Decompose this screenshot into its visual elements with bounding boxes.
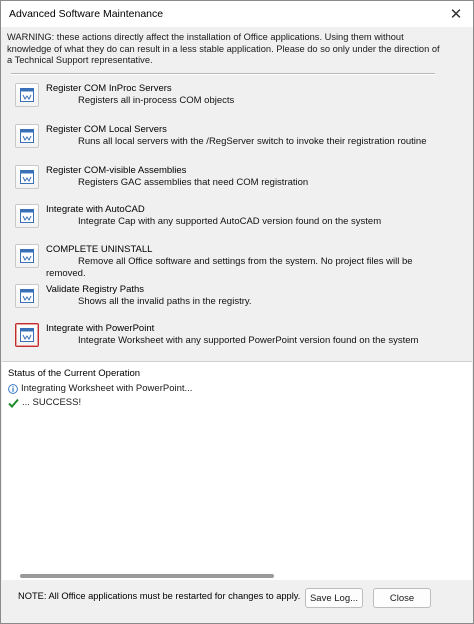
status-text: Integrating Worksheet with PowerPoint... bbox=[21, 383, 193, 394]
action-description: Integrate Cap with any supported AutoCAD… bbox=[78, 216, 382, 227]
action-validate-registry-paths[interactable]: Validate Registry Paths Shows all the in… bbox=[15, 284, 455, 316]
action-title: Register COM InProc Servers bbox=[46, 83, 172, 94]
window-app-icon bbox=[20, 289, 34, 303]
horizontal-scrollbar[interactable] bbox=[4, 572, 470, 580]
action-description: Shows all the invalid paths in the regis… bbox=[78, 296, 252, 307]
status-line: Integrating Worksheet with PowerPoint... bbox=[8, 383, 192, 394]
action-register-com-local[interactable]: Register COM Local Servers Runs all loca… bbox=[15, 124, 455, 156]
action-register-com-inproc[interactable]: Register COM InProc Servers Registers al… bbox=[15, 83, 455, 115]
action-title: Register COM-visible Assemblies bbox=[46, 165, 187, 176]
window-app-icon bbox=[20, 170, 34, 184]
action-complete-uninstall[interactable]: COMPLETE UNINSTALL Remove all Office sof… bbox=[15, 244, 455, 280]
action-integrate-powerpoint[interactable]: Integrate with PowerPoint Integrate Work… bbox=[15, 323, 455, 355]
integrate-autocad-button[interactable] bbox=[15, 204, 39, 228]
window-app-icon bbox=[20, 209, 34, 223]
action-description: Registers all in-process COM objects bbox=[78, 95, 235, 106]
status-panel: Status of the Current Operation Integrat… bbox=[2, 361, 472, 580]
close-button[interactable]: Close bbox=[373, 588, 431, 608]
footer-note: NOTE: All Office applications must be re… bbox=[18, 591, 301, 601]
action-title: Integrate with AutoCAD bbox=[46, 204, 145, 215]
action-title: Register COM Local Servers bbox=[46, 124, 167, 135]
window-app-icon bbox=[20, 88, 34, 102]
action-integrate-autocad[interactable]: Integrate with AutoCAD Integrate Cap wit… bbox=[15, 204, 455, 236]
action-title: Validate Registry Paths bbox=[46, 284, 145, 295]
action-description: Runs all local servers with the /RegServ… bbox=[78, 136, 427, 147]
register-com-local-button[interactable] bbox=[15, 124, 39, 148]
register-assemblies-button[interactable] bbox=[15, 165, 39, 189]
checkmark-icon bbox=[8, 398, 19, 408]
maintenance-dialog: Advanced Software Maintenance ✕ WARNING:… bbox=[0, 0, 474, 624]
integrate-powerpoint-button[interactable] bbox=[15, 323, 39, 347]
status-heading: Status of the Current Operation bbox=[8, 368, 141, 379]
window-app-icon bbox=[20, 249, 34, 263]
title-bar: Advanced Software Maintenance ✕ bbox=[1, 1, 473, 27]
window-title: Advanced Software Maintenance bbox=[9, 8, 164, 20]
save-log-button[interactable]: Save Log... bbox=[305, 588, 363, 608]
window-app-icon bbox=[20, 129, 34, 143]
action-title: COMPLETE UNINSTALL bbox=[46, 244, 153, 255]
action-register-com-visible-assemblies[interactable]: Register COM-visible Assemblies Register… bbox=[15, 165, 455, 197]
action-description: Integrate Worksheet with any supported P… bbox=[78, 335, 419, 346]
scrollbar-thumb[interactable] bbox=[20, 574, 274, 578]
info-icon bbox=[8, 383, 18, 394]
validate-registry-button[interactable] bbox=[15, 284, 39, 308]
register-com-inproc-button[interactable] bbox=[15, 83, 39, 107]
status-line: ... SUCCESS! bbox=[8, 397, 81, 408]
action-title: Integrate with PowerPoint bbox=[46, 323, 155, 334]
warning-text: WARNING: these actions directly affect t… bbox=[7, 32, 440, 65]
window-close-icon[interactable]: ✕ bbox=[439, 1, 473, 27]
window-app-icon bbox=[20, 328, 34, 342]
divider bbox=[11, 73, 435, 75]
action-description: Remove all Office software and settings … bbox=[46, 256, 413, 279]
status-text: ... SUCCESS! bbox=[22, 397, 82, 408]
action-description: Registers GAC assemblies that need COM r… bbox=[78, 177, 309, 188]
complete-uninstall-button[interactable] bbox=[15, 244, 39, 268]
